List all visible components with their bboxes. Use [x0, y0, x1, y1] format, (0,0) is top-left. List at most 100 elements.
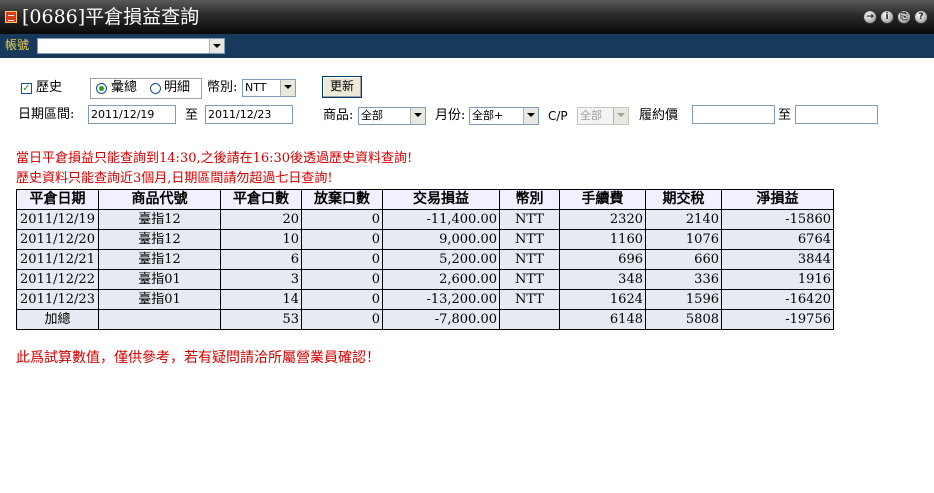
- table-cell: 2011/12/19: [16, 209, 99, 230]
- table-cell: 3844: [721, 249, 834, 270]
- table-cell: 5808: [645, 309, 722, 330]
- summary-label: 彙總: [111, 80, 138, 95]
- table-total-row: 加總 53 0 -7,800.00 6148 5808 -19756: [16, 309, 834, 330]
- copy-icon[interactable]: ⎘: [897, 10, 911, 24]
- table-cell: 2011/12/21: [16, 249, 99, 270]
- table-cell: NTT: [499, 269, 560, 290]
- table-row[interactable]: 2011/12/23 臺指01 14 0 -13,200.00 NTT 1624…: [16, 289, 834, 310]
- refresh-button[interactable]: 更新: [322, 76, 362, 98]
- column-header: 期交稅: [645, 189, 722, 210]
- month-value: 全部+: [472, 109, 504, 122]
- table-cell: 臺指01: [98, 269, 221, 290]
- app-icon: [5, 11, 17, 23]
- table-cell: 2140: [645, 209, 722, 230]
- table-header-row: 平倉日期 商品代號 平倉口數 放棄口數 交易損益 幣別 手續費 期交稅 淨損益: [16, 189, 834, 210]
- detail-label: 明細: [164, 80, 191, 95]
- currency-label: 幣別:: [207, 80, 238, 95]
- table-cell: 0: [301, 209, 383, 230]
- product-select[interactable]: 全部: [358, 107, 426, 125]
- strike-to-label: 至: [778, 108, 792, 123]
- total-label: 加總: [16, 309, 99, 330]
- currency-value: NTT: [245, 81, 267, 94]
- table-cell: -13,200.00: [382, 289, 500, 310]
- window-title-bar: [0686]平倉損益查詢 → i ⎘ ?: [0, 0, 934, 34]
- product-value: 全部: [361, 109, 383, 122]
- table-cell: 臺指12: [98, 209, 221, 230]
- table-cell: NTT: [499, 289, 560, 310]
- history-checkbox[interactable]: ✓: [21, 83, 32, 94]
- table-row[interactable]: 2011/12/21 臺指12 6 0 5,200.00 NTT 696 660…: [16, 249, 834, 270]
- column-header: 手續費: [559, 189, 646, 210]
- table-cell: 1624: [559, 289, 646, 310]
- table-cell: -7,800.00: [382, 309, 500, 330]
- month-label: 月份:: [435, 108, 466, 123]
- table-row[interactable]: 2011/12/19 臺指12 20 0 -11,400.00 NTT 2320…: [16, 209, 834, 230]
- currency-select[interactable]: NTT: [242, 79, 296, 97]
- help-icon[interactable]: ?: [914, 10, 928, 24]
- month-select[interactable]: 全部+: [469, 107, 539, 125]
- table-cell: 臺指12: [98, 229, 221, 250]
- chevron-down-icon[interactable]: [523, 108, 538, 124]
- table-cell: 696: [559, 249, 646, 270]
- chevron-down-icon[interactable]: [410, 108, 425, 124]
- column-header: 平倉日期: [16, 189, 99, 210]
- table-cell: 1076: [645, 229, 722, 250]
- table-cell: 53: [220, 309, 302, 330]
- chevron-down-icon[interactable]: [209, 39, 224, 53]
- table-row[interactable]: 2011/12/20 臺指12 10 0 9,000.00 NTT 1160 1…: [16, 229, 834, 250]
- product-label: 商品:: [323, 108, 354, 123]
- column-header: 商品代號: [98, 189, 221, 210]
- table-cell: -15860: [721, 209, 834, 230]
- table-cell: 2,600.00: [382, 269, 500, 290]
- info-icon[interactable]: i: [880, 10, 894, 24]
- table-cell: 2320: [559, 209, 646, 230]
- date-to-input[interactable]: 2011/12/23: [205, 105, 293, 124]
- notice-line-2: 歷史資料只能查詢近3個月,日期區間請勿超過七日查詢!: [16, 171, 333, 186]
- disclaimer-note: 此爲試算數值，僅供參考，若有疑問請洽所屬營業員確認！: [16, 350, 380, 366]
- pnl-table: 平倉日期 商品代號 平倉口數 放棄口數 交易損益 幣別 手續費 期交稅 淨損益 …: [16, 189, 834, 330]
- table-cell: 1160: [559, 229, 646, 250]
- table-cell: 0: [301, 269, 383, 290]
- table-cell: [499, 309, 560, 330]
- table-cell: 336: [645, 269, 722, 290]
- strike-label: 履約價: [639, 108, 679, 123]
- table-cell: 0: [301, 249, 383, 270]
- summary-radio[interactable]: [96, 83, 107, 94]
- account-select[interactable]: [37, 38, 225, 54]
- detail-radio[interactable]: [150, 83, 161, 94]
- table-row[interactable]: 2011/12/22 臺指01 3 0 2,600.00 NTT 348 336…: [16, 269, 834, 290]
- table-cell: 6: [220, 249, 302, 270]
- column-header: 淨損益: [721, 189, 834, 210]
- table-cell: 1916: [721, 269, 834, 290]
- table-cell: -16420: [721, 289, 834, 310]
- table-cell: NTT: [499, 209, 560, 230]
- table-cell: 348: [559, 269, 646, 290]
- chevron-down-icon[interactable]: [280, 80, 295, 96]
- table-cell: -19756: [721, 309, 834, 330]
- date-from-input[interactable]: 2011/12/19: [88, 105, 176, 124]
- table-cell: NTT: [499, 249, 560, 270]
- table-cell: 660: [645, 249, 722, 270]
- strike-to-input[interactable]: [795, 105, 878, 124]
- account-label: 帳號: [5, 38, 30, 52]
- table-cell: 5,200.00: [382, 249, 500, 270]
- table-cell: 臺指12: [98, 249, 221, 270]
- date-range-label: 日期區間:: [18, 107, 75, 122]
- table-cell: 1596: [645, 289, 722, 310]
- table-cell: 3: [220, 269, 302, 290]
- column-header: 平倉口數: [220, 189, 302, 210]
- date-to-label: 至: [185, 108, 199, 123]
- notice-line-1: 當日平倉損益只能查詢到14:30,之後請在16:30後透過歷史資料查詢!: [16, 151, 413, 166]
- strike-from-input[interactable]: [692, 105, 775, 124]
- table-cell: 10: [220, 229, 302, 250]
- table-cell: 20: [220, 209, 302, 230]
- table-cell: -11,400.00: [382, 209, 500, 230]
- table-cell: 9,000.00: [382, 229, 500, 250]
- table-cell: 6764: [721, 229, 834, 250]
- forward-icon[interactable]: →: [863, 10, 877, 24]
- table-cell: 2011/12/22: [16, 269, 99, 290]
- column-header: 幣別: [499, 189, 560, 210]
- table-cell: 6148: [559, 309, 646, 330]
- cp-select: 全部: [577, 107, 629, 125]
- cp-value: 全部: [580, 109, 602, 122]
